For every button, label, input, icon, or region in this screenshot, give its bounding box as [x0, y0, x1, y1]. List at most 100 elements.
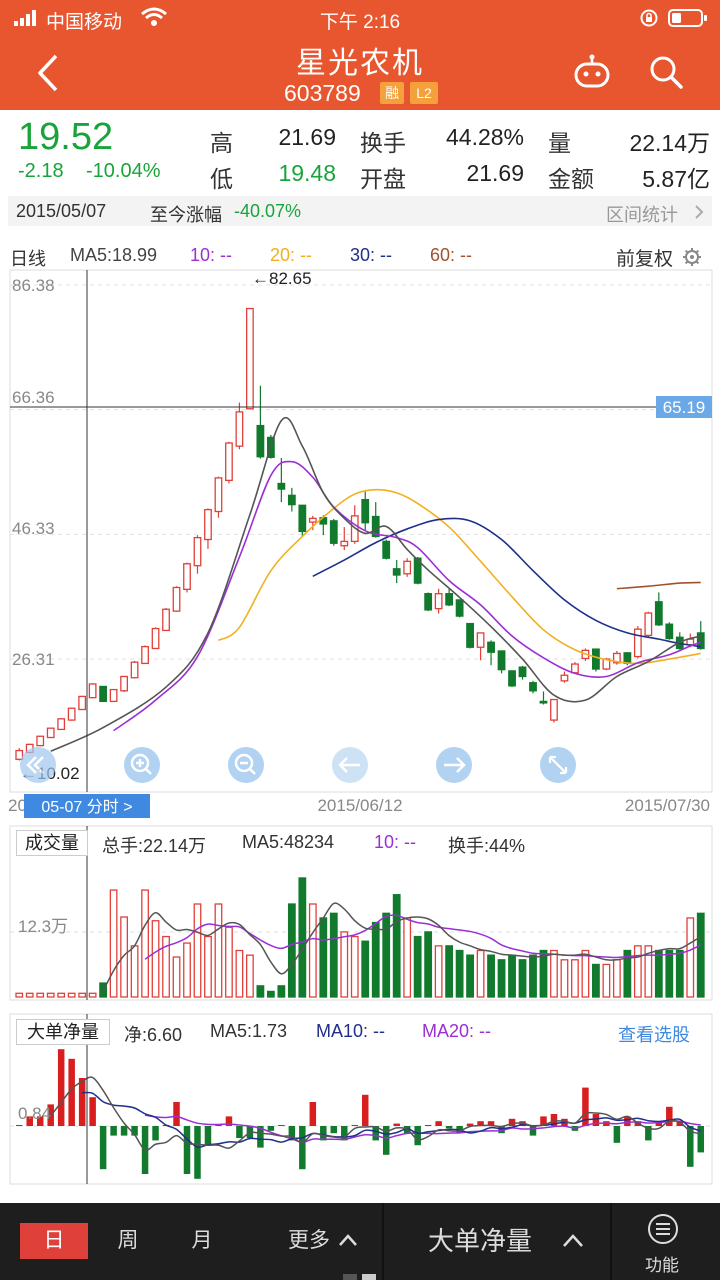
volume-bar — [235, 949, 244, 998]
scroll-right-button[interactable] — [436, 747, 472, 783]
volume-bar — [151, 920, 160, 998]
volume-bar — [592, 963, 600, 998]
candle-body — [424, 593, 433, 611]
volume-bar — [455, 949, 464, 998]
volume-bar — [361, 940, 370, 998]
candle-body — [654, 601, 663, 626]
candle-body — [571, 663, 579, 674]
crosshair-price: 65.19 — [663, 398, 706, 417]
candle-body — [633, 628, 642, 658]
zoom-in-button[interactable] — [124, 747, 160, 783]
volume-bar — [550, 949, 558, 998]
candle-body — [476, 632, 485, 648]
candle-body — [287, 494, 296, 506]
netflow-bar — [529, 1126, 537, 1136]
volume-bar — [476, 949, 485, 998]
candle-body — [487, 641, 495, 653]
volume-bar — [308, 903, 317, 998]
volume-bar — [445, 945, 454, 998]
netflow-panel-title[interactable]: 大单净量 — [16, 1019, 110, 1045]
volume-bar — [141, 889, 149, 998]
netflow-bar — [110, 1126, 117, 1136]
volume-bar — [319, 917, 328, 998]
zoom-out-button[interactable] — [228, 747, 264, 783]
netflow-ytick: 0.84 — [18, 1104, 51, 1123]
tab-month[interactable]: 月 — [168, 1223, 236, 1259]
moving-average-lines — [50, 417, 702, 752]
tab-week[interactable]: 周 — [94, 1223, 162, 1259]
candle-body — [529, 682, 537, 692]
volume-bar — [266, 990, 275, 998]
ytick-label: 66.36 — [12, 388, 55, 407]
netflow-ma20: MA20: -- — [422, 1021, 492, 1041]
volume-bar — [88, 992, 97, 998]
volume-ma5: MA5:48234 — [242, 832, 335, 852]
volume-bar — [581, 949, 590, 998]
candle-body — [57, 718, 66, 731]
volume-bar — [696, 912, 705, 998]
x-label-right: 2015/07/30 — [625, 796, 710, 815]
volume-bar — [256, 985, 265, 998]
candle-body — [665, 623, 674, 640]
volume-bar — [571, 959, 579, 998]
volume-bar — [350, 935, 359, 998]
volume-bar — [67, 992, 76, 998]
netflow-bar — [15, 1125, 23, 1126]
candle-body — [298, 504, 307, 533]
volume-bar — [109, 889, 118, 998]
netflow-bar — [99, 1126, 107, 1170]
netflow-bar — [435, 1121, 442, 1126]
indicator-selector[interactable]: 大单净量 — [428, 1221, 532, 1258]
ma60-line — [616, 581, 701, 590]
tab-more[interactable]: 更多 — [288, 1223, 330, 1259]
svg-text:05-07 分时 >: 05-07 分时 > — [41, 798, 132, 816]
netflow-bar — [267, 1126, 275, 1131]
netflow-bar — [393, 1123, 400, 1126]
volume-bar — [675, 949, 684, 998]
tab-day[interactable]: 日 — [20, 1223, 88, 1259]
volume-bar — [382, 912, 391, 998]
menu-function-icon[interactable] — [647, 1213, 679, 1245]
candle-body — [130, 661, 139, 679]
scroll-left-button[interactable] — [332, 747, 368, 783]
candle-body — [109, 688, 118, 703]
fullscreen-button[interactable] — [540, 747, 576, 783]
volume-bar — [172, 956, 181, 998]
candle-body — [382, 540, 391, 559]
volume-ma10: 10: -- — [374, 832, 417, 852]
candle-body — [36, 735, 45, 747]
view-screener-link[interactable]: 查看选股 — [618, 1021, 690, 1047]
candle-body — [308, 517, 317, 523]
netflow-net: 净:6.60 — [124, 1025, 183, 1045]
netflow-bar — [361, 1094, 369, 1126]
volume-bar — [602, 963, 611, 998]
netflow-bar — [613, 1126, 621, 1143]
volume-bar — [403, 917, 412, 998]
volume-bar — [287, 903, 296, 998]
candle-body — [214, 477, 223, 513]
volume-panel-title[interactable]: 成交量 — [16, 830, 88, 856]
volume-bar — [130, 945, 139, 998]
volume-bar — [560, 959, 569, 998]
volume-bar — [424, 931, 433, 998]
volume-bar — [340, 931, 349, 998]
candle-body — [151, 627, 160, 650]
netflow-ma10: MA10: -- — [316, 1021, 386, 1041]
netflow-bar — [204, 1126, 212, 1146]
candle-body — [392, 568, 401, 576]
ma30-line — [312, 517, 701, 648]
candle-body — [518, 666, 527, 678]
volume-ytick: 12.3万 — [18, 917, 68, 936]
scroll-left-fast-button[interactable] — [20, 747, 56, 783]
volume-bar — [78, 992, 87, 998]
netflow-bar — [78, 1078, 86, 1126]
volume-bar — [529, 954, 537, 998]
candle-body — [46, 727, 55, 739]
candle-body — [623, 652, 632, 665]
volume-bar — [246, 954, 254, 998]
volume-bar — [225, 926, 233, 998]
candle-body — [141, 645, 149, 665]
candle-body — [235, 411, 244, 447]
tab-more-label: 更多 — [288, 1229, 330, 1252]
minute-chart-button[interactable]: 05-07 分时 > — [24, 794, 150, 818]
